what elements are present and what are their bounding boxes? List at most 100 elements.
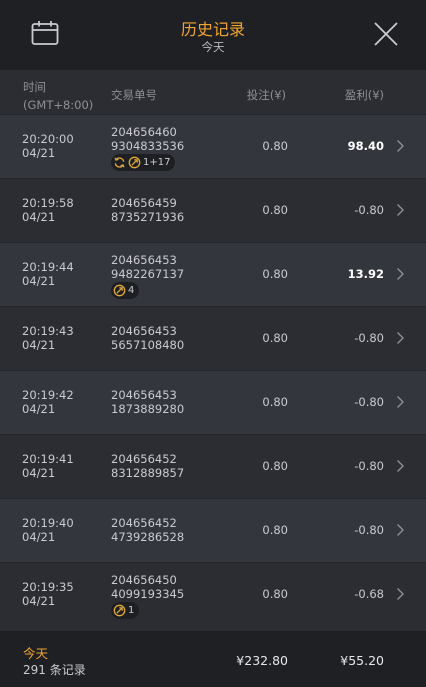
column-time-zone: (GMT+8:00) xyxy=(23,98,94,112)
record-order: 204656450 4099193345 1 xyxy=(111,573,184,620)
badge-count: 1 xyxy=(128,604,135,616)
record-time: 20:19:35 04/21 xyxy=(22,580,74,608)
badge-count: 4 xyxy=(128,284,135,296)
page-title: 历史记录 xyxy=(180,20,245,39)
record-order: 204656452 4739286528 xyxy=(111,516,184,544)
record-row[interactable]: 20:19:43 04/21 204656453 5657108480 0.80 -0.8… xyxy=(0,306,426,370)
record-list: 20:20:00 04/21 204656460 9304833536 1+17 0.80… xyxy=(0,114,426,626)
record-count: 291 条记录 xyxy=(23,663,86,677)
record-time-value: 20:19:43 xyxy=(22,324,74,338)
order-number-part2: 5657108480 xyxy=(111,338,185,352)
record-time-value: 20:19:41 xyxy=(22,452,74,466)
header-bar: 历史记录 今天 xyxy=(0,0,426,70)
record-date-value: 04/21 xyxy=(22,466,56,480)
close-icon[interactable] xyxy=(372,20,400,48)
chevron-right-icon[interactable] xyxy=(396,203,405,217)
record-row[interactable]: 20:19:44 04/21 204656453 9482267137 4 0.80 13.… xyxy=(0,242,426,306)
bet-icon xyxy=(128,156,141,169)
column-profit: 盈利(¥) xyxy=(344,88,384,102)
total-bet: ¥232.80 xyxy=(236,653,288,668)
order-number-part2: 1873889280 xyxy=(111,402,185,416)
record-profit: -0.68 xyxy=(354,587,384,601)
order-number-part2: 8312889857 xyxy=(111,466,185,480)
record-bet: 0.80 xyxy=(262,459,288,473)
record-order: 204656453 1873889280 xyxy=(111,388,184,416)
record-time: 20:19:43 04/21 xyxy=(22,324,74,352)
bet-icon xyxy=(113,604,126,617)
order-number-part1: 204656450 xyxy=(111,573,177,587)
record-row[interactable]: 20:19:41 04/21 204656452 8312889857 0.80 -0.8… xyxy=(0,434,426,498)
order-number-part1: 204656452 xyxy=(111,516,177,530)
record-date-value: 04/21 xyxy=(22,338,56,352)
summary-label: 今天 xyxy=(23,646,49,661)
order-number-part2: 4099193345 xyxy=(111,587,185,601)
order-number-part2: 9482267137 xyxy=(111,267,185,281)
record-time: 20:19:42 04/21 xyxy=(22,388,74,416)
record-time: 20:20:00 04/21 xyxy=(22,132,74,160)
record-order: 204656459 8735271936 xyxy=(111,196,184,224)
column-order: 交易单号 xyxy=(111,88,157,102)
record-time-value: 20:19:35 xyxy=(22,580,74,594)
record-date-value: 04/21 xyxy=(22,402,56,416)
record-row[interactable]: 20:20:00 04/21 204656460 9304833536 1+17 0.80… xyxy=(0,114,426,178)
record-row[interactable]: 20:19:40 04/21 204656452 4739286528 0.80 -0.8… xyxy=(0,498,426,562)
record-bet: 0.80 xyxy=(262,267,288,281)
order-number-part1: 204656460 xyxy=(111,125,177,139)
chevron-right-icon[interactable] xyxy=(396,331,405,345)
column-time: 时间 (GMT+8:00) xyxy=(23,78,93,114)
order-number-part2: 8735271936 xyxy=(111,210,185,224)
record-profit: 13.92 xyxy=(347,267,384,281)
record-date-value: 04/21 xyxy=(22,530,56,544)
record-profit: -0.80 xyxy=(354,459,384,473)
summary-footer: 今天 291 条记录 ¥232.80 ¥55.20 xyxy=(0,631,426,687)
total-profit: ¥55.20 xyxy=(340,653,384,668)
record-time-value: 20:19:40 xyxy=(22,516,74,530)
column-bet: 投注(¥) xyxy=(246,88,286,102)
chevron-right-icon[interactable] xyxy=(396,459,405,473)
record-time-value: 20:19:58 xyxy=(22,196,74,210)
record-date-value: 04/21 xyxy=(22,594,56,608)
chevron-right-icon[interactable] xyxy=(396,395,405,409)
bet-detail-badge: 4 xyxy=(111,282,140,299)
bet-detail-badge: 1 xyxy=(111,602,140,619)
badge-count: 1+17 xyxy=(143,156,171,168)
record-time-value: 20:19:44 xyxy=(22,260,74,274)
order-number-part2: 4739286528 xyxy=(111,530,185,544)
record-date-value: 04/21 xyxy=(22,146,56,160)
record-time: 20:19:58 04/21 xyxy=(22,196,74,224)
order-number-part1: 204656459 xyxy=(111,196,177,210)
column-time-label: 时间 xyxy=(23,80,46,94)
chevron-right-icon[interactable] xyxy=(396,587,405,601)
record-row[interactable]: 20:19:35 04/21 204656450 4099193345 1 0.80 -0.… xyxy=(0,562,426,626)
record-date-value: 04/21 xyxy=(22,210,56,224)
record-bet: 0.80 xyxy=(262,523,288,537)
record-row[interactable]: 20:19:58 04/21 204656459 8735271936 0.80 -0.8… xyxy=(0,178,426,242)
chevron-right-icon[interactable] xyxy=(396,139,405,153)
chevron-right-icon[interactable] xyxy=(396,523,405,537)
record-profit: 98.40 xyxy=(347,139,384,153)
record-profit: -0.80 xyxy=(354,331,384,345)
record-time: 20:19:41 04/21 xyxy=(22,452,74,480)
order-number-part1: 204656453 xyxy=(111,324,177,338)
record-bet: 0.80 xyxy=(262,139,288,153)
record-order: 204656460 9304833536 1+17 xyxy=(111,125,184,172)
record-profit: -0.80 xyxy=(354,523,384,537)
record-bet: 0.80 xyxy=(262,395,288,409)
record-time-value: 20:19:42 xyxy=(22,388,74,402)
order-number-part1: 204656453 xyxy=(111,388,177,402)
record-profit: -0.80 xyxy=(354,395,384,409)
record-time: 20:19:40 04/21 xyxy=(22,516,74,544)
bet-detail-badge: 1+17 xyxy=(111,154,176,171)
record-bet: 0.80 xyxy=(262,203,288,217)
order-number-part1: 204656453 xyxy=(111,253,177,267)
record-profit: -0.80 xyxy=(354,203,384,217)
order-number-part2: 9304833536 xyxy=(111,139,185,153)
record-bet: 0.80 xyxy=(262,587,288,601)
record-time: 20:19:44 04/21 xyxy=(22,260,74,288)
record-order: 204656452 8312889857 xyxy=(111,452,184,480)
refresh-icon xyxy=(114,157,125,168)
record-date-value: 04/21 xyxy=(22,274,56,288)
record-row[interactable]: 20:19:42 04/21 204656453 1873889280 0.80 -0.8… xyxy=(0,370,426,434)
chevron-right-icon[interactable] xyxy=(396,267,405,281)
order-number-part1: 204656452 xyxy=(111,452,177,466)
